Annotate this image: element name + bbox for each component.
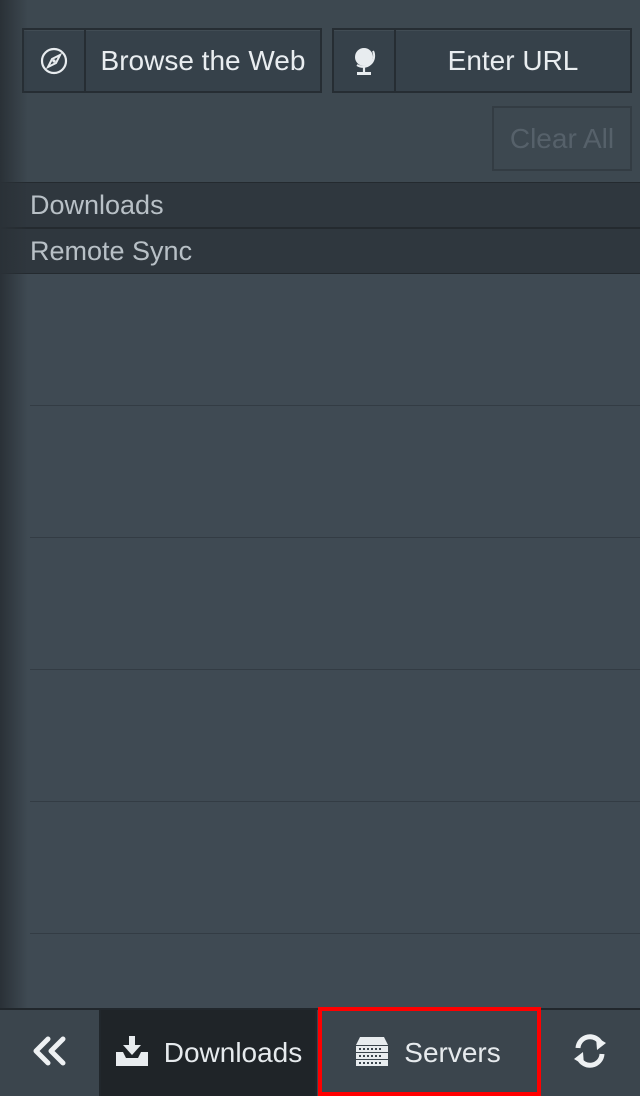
tab-servers-label: Servers <box>404 1037 501 1068</box>
refresh-tab[interactable] <box>540 1010 640 1096</box>
top-toolbar: Browse the Web Enter URL Clear All <box>0 0 640 182</box>
row-divider <box>30 537 640 538</box>
tab-downloads-label: Downloads <box>163 1037 303 1068</box>
section-header-remote-sync[interactable]: Remote Sync <box>0 228 640 274</box>
downloads-list <box>0 274 640 1008</box>
enter-url-button[interactable]: Enter URL <box>332 28 632 93</box>
refresh-icon <box>570 1033 610 1074</box>
browse-web-button[interactable]: Browse the Web <box>22 28 322 93</box>
double-chevron-left-icon <box>30 1036 70 1071</box>
back-tab[interactable] <box>0 1010 101 1096</box>
download-tray-icon <box>114 1034 150 1073</box>
row-divider <box>30 801 640 802</box>
row-divider <box>30 933 640 934</box>
bottom-tab-bar: Downloads Servers <box>0 1008 640 1096</box>
server-icon <box>354 1035 390 1072</box>
tab-downloads[interactable]: Downloads <box>101 1010 317 1096</box>
globe-icon <box>334 30 396 91</box>
clear-all-button[interactable]: Clear All <box>492 106 632 171</box>
section-header-downloads[interactable]: Downloads <box>0 182 640 228</box>
enter-url-label: Enter URL <box>447 44 579 76</box>
browse-web-label: Browse the Web <box>100 44 306 76</box>
tab-servers[interactable]: Servers <box>317 1010 540 1096</box>
compass-icon <box>24 30 86 91</box>
row-divider <box>30 405 640 406</box>
row-divider <box>30 669 640 670</box>
